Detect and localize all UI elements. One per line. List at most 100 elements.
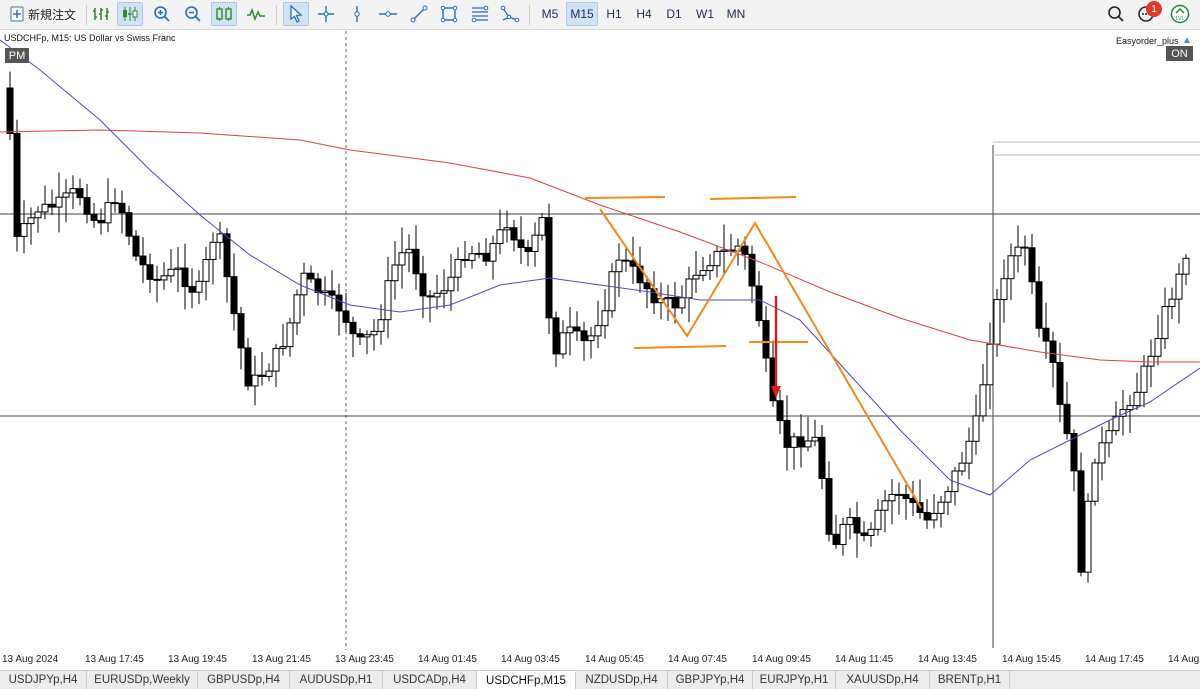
- bull-candle: [692, 274, 700, 280]
- timeframe-w1-button[interactable]: W1: [690, 2, 720, 26]
- crosshair-icon: [318, 6, 334, 22]
- vertical-line-tool-button[interactable]: [345, 2, 369, 26]
- bear-candle: [111, 202, 119, 205]
- bull-candle: [699, 270, 707, 276]
- timeframe-d1-button[interactable]: D1: [660, 2, 688, 26]
- timeframe-mn-button[interactable]: MN: [722, 2, 750, 26]
- bull-candle: [41, 203, 49, 213]
- bull-candle: [370, 330, 378, 336]
- candlestick-icon: [123, 7, 138, 21]
- fibonacci-icon: [471, 5, 489, 23]
- bar-chart-button[interactable]: [89, 2, 113, 26]
- bull-candle: [713, 250, 721, 267]
- annotation-line: [584, 196, 666, 199]
- tab-usdjpyp-h4[interactable]: USDJPYp,H4: [0, 671, 87, 689]
- bull-candle: [279, 346, 287, 349]
- bear-candle: [755, 285, 763, 322]
- bear-candle: [125, 212, 133, 237]
- bear-candle: [510, 227, 518, 241]
- trendline-tool-button[interactable]: [407, 2, 431, 26]
- tab-xauusdp-h4[interactable]: XAUUSDp,H4: [836, 671, 930, 689]
- bull-candle: [811, 436, 819, 442]
- timeframe-label: MN: [726, 7, 746, 21]
- tab-usdchfp-m15[interactable]: USDCHFp,M15: [477, 671, 576, 689]
- bull-candle: [293, 294, 301, 324]
- cursor-tool-button[interactable]: [283, 2, 309, 26]
- bear-candle: [181, 267, 189, 288]
- tab-usdcadp-h4[interactable]: USDCADp,H4: [383, 671, 477, 689]
- tab-nzdusdp-h4[interactable]: NZDUSDp,H4: [576, 671, 668, 689]
- bull-candle: [531, 234, 539, 253]
- toolbar-separator: [276, 5, 277, 25]
- timeframe-label: M5: [541, 7, 559, 21]
- bear-candle: [118, 202, 126, 214]
- level-button[interactable]: LVL: [1167, 2, 1193, 26]
- rectangle-icon: [440, 5, 458, 23]
- candlestick-chart-button[interactable]: [117, 2, 143, 26]
- bear-candle: [223, 233, 231, 278]
- tab-audusdp-h1[interactable]: AUDUSDp,H1: [290, 671, 383, 689]
- tab-eurusdp-weekly[interactable]: EURUSDp,Weekly: [87, 671, 198, 689]
- zoom-in-button[interactable]: [150, 2, 174, 26]
- bear-candle: [83, 197, 91, 215]
- fibonacci-tool-button[interactable]: [468, 2, 492, 26]
- toolbar-separator: [86, 5, 87, 25]
- bull-candle: [202, 259, 210, 282]
- timeframe-h4-button[interactable]: H4: [630, 2, 658, 26]
- crosshair-tool-button[interactable]: [314, 2, 338, 26]
- tab-gbpusdp-h4[interactable]: GBPUSDp,H4: [198, 671, 290, 689]
- bull-candle: [489, 243, 497, 262]
- tab-brentp-h1[interactable]: BRENTp,H1: [930, 671, 1010, 689]
- bull-candle: [104, 202, 112, 224]
- time-label: 14 Aug 01:45: [418, 654, 477, 665]
- shapes-tool-button[interactable]: [437, 2, 461, 26]
- bear-candle: [1035, 281, 1043, 329]
- zoom-out-button[interactable]: [181, 2, 205, 26]
- search-button[interactable]: [1104, 2, 1128, 26]
- time-label: 13 Aug 23:45: [335, 654, 394, 665]
- bull-candle: [881, 500, 889, 511]
- timeframe-h1-button[interactable]: H1: [600, 2, 628, 26]
- bear-candle: [139, 255, 147, 266]
- chart-area[interactable]: [0, 31, 1200, 650]
- bull-candle: [440, 290, 448, 294]
- bull-candle: [27, 217, 35, 225]
- search-icon: [1108, 6, 1124, 22]
- bull-candle: [384, 280, 392, 321]
- bear-candle: [349, 321, 357, 335]
- indicators-button[interactable]: [244, 2, 268, 26]
- tab-gbpjpyp-h4[interactable]: GBPJPYp,H4: [668, 671, 753, 689]
- horizontal-line-tool-button[interactable]: [376, 2, 400, 26]
- bull-candle: [937, 501, 945, 514]
- bull-candle: [601, 310, 609, 327]
- bull-candle: [69, 188, 77, 194]
- tab-eurjpyp-h1[interactable]: EURJPYp,H1: [753, 671, 836, 689]
- chart-shift-button[interactable]: [211, 2, 237, 26]
- bull-candle: [839, 523, 847, 546]
- price-chart[interactable]: [0, 31, 1200, 650]
- bull-candle: [986, 343, 994, 386]
- bull-candle: [1140, 365, 1148, 393]
- time-label: 13 Aug 2024: [2, 654, 59, 665]
- bull-candle: [209, 241, 217, 261]
- bull-candle: [1000, 278, 1008, 301]
- new-order-icon: [10, 6, 24, 22]
- vertical-line-icon: [354, 6, 360, 22]
- timeframe-m5-button[interactable]: M5: [536, 2, 564, 26]
- bull-candle: [62, 192, 70, 198]
- new-order-button[interactable]: 新規注文: [6, 2, 82, 26]
- timeframe-m15-button[interactable]: M15: [566, 2, 598, 26]
- bear-candle: [461, 258, 469, 261]
- bear-candle: [356, 333, 364, 338]
- bear-candle: [545, 217, 553, 319]
- objects-tool-button[interactable]: [498, 2, 522, 26]
- bull-candle: [160, 275, 168, 281]
- bull-candle: [958, 462, 966, 472]
- bull-candle: [587, 335, 595, 342]
- annotation-line: [709, 196, 797, 200]
- expert-advisor-status[interactable]: ON: [1166, 46, 1193, 61]
- bull-candle: [1007, 255, 1015, 280]
- time-label: 13 Aug 17:45: [85, 654, 144, 665]
- bull-candle: [965, 440, 973, 464]
- bear-candle: [580, 330, 588, 342]
